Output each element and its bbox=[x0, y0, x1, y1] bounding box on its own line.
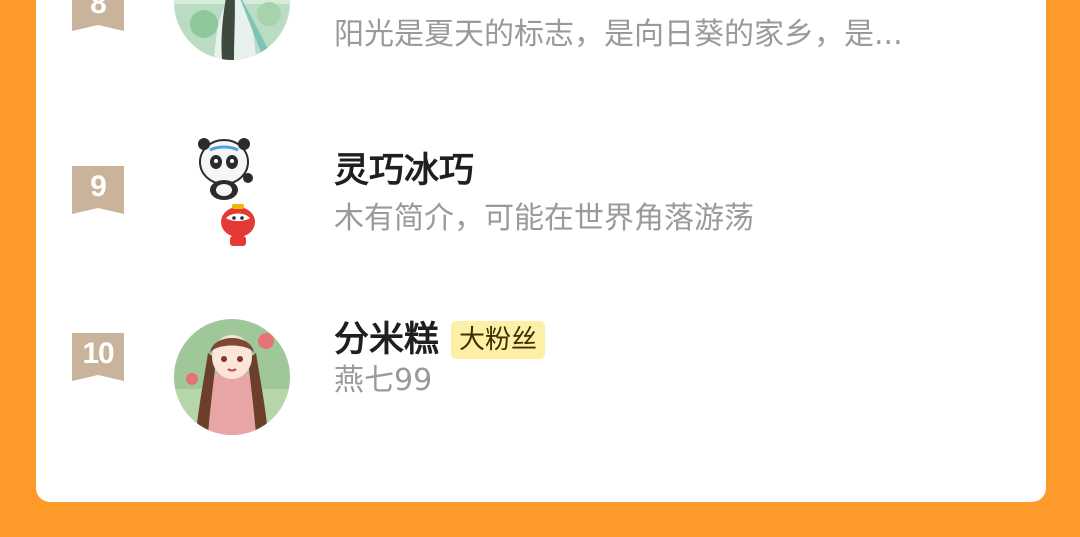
panda-mascot-icon[interactable] bbox=[186, 136, 286, 252]
ranking-row-8[interactable]: 8 阳光是夏天的标志，是向日葵的家乡，是... bbox=[36, 0, 1046, 60]
user-avatar[interactable] bbox=[174, 319, 290, 435]
rank-number: 10 bbox=[82, 337, 114, 370]
rank-badge: 9 bbox=[72, 166, 124, 218]
user-description: 阳光是夏天的标志，是向日葵的家乡，是... bbox=[334, 17, 903, 52]
fan-ranking-card: 8 阳光是夏天的标志，是向日葵的家乡，是... 9 灵巧冰巧 木有简介，可能在世… bbox=[36, 0, 1046, 502]
username[interactable]: 分米糕 bbox=[334, 317, 439, 363]
name-line: 灵巧冰巧 bbox=[334, 148, 474, 194]
name-line: 分米糕 大粉丝 bbox=[334, 317, 546, 363]
username[interactable]: 灵巧冰巧 bbox=[334, 148, 474, 194]
ranking-row-9[interactable]: 9 灵巧冰巧 木有简介，可能在世界角落游荡 bbox=[36, 120, 1046, 260]
rank-number: 8 bbox=[90, 0, 107, 20]
rank-badge: 10 bbox=[72, 333, 124, 385]
ranking-row-10[interactable]: 10 分米糕 大粉丝 燕七99 bbox=[36, 300, 1046, 440]
user-description: 木有简介，可能在世界角落游荡 bbox=[334, 201, 754, 236]
user-avatar[interactable] bbox=[174, 0, 290, 60]
fan-level-badge: 大粉丝 bbox=[451, 321, 546, 359]
rank-number: 9 bbox=[90, 170, 107, 203]
rank-badge: 8 bbox=[72, 0, 124, 35]
user-description: 燕七99 bbox=[334, 363, 433, 398]
